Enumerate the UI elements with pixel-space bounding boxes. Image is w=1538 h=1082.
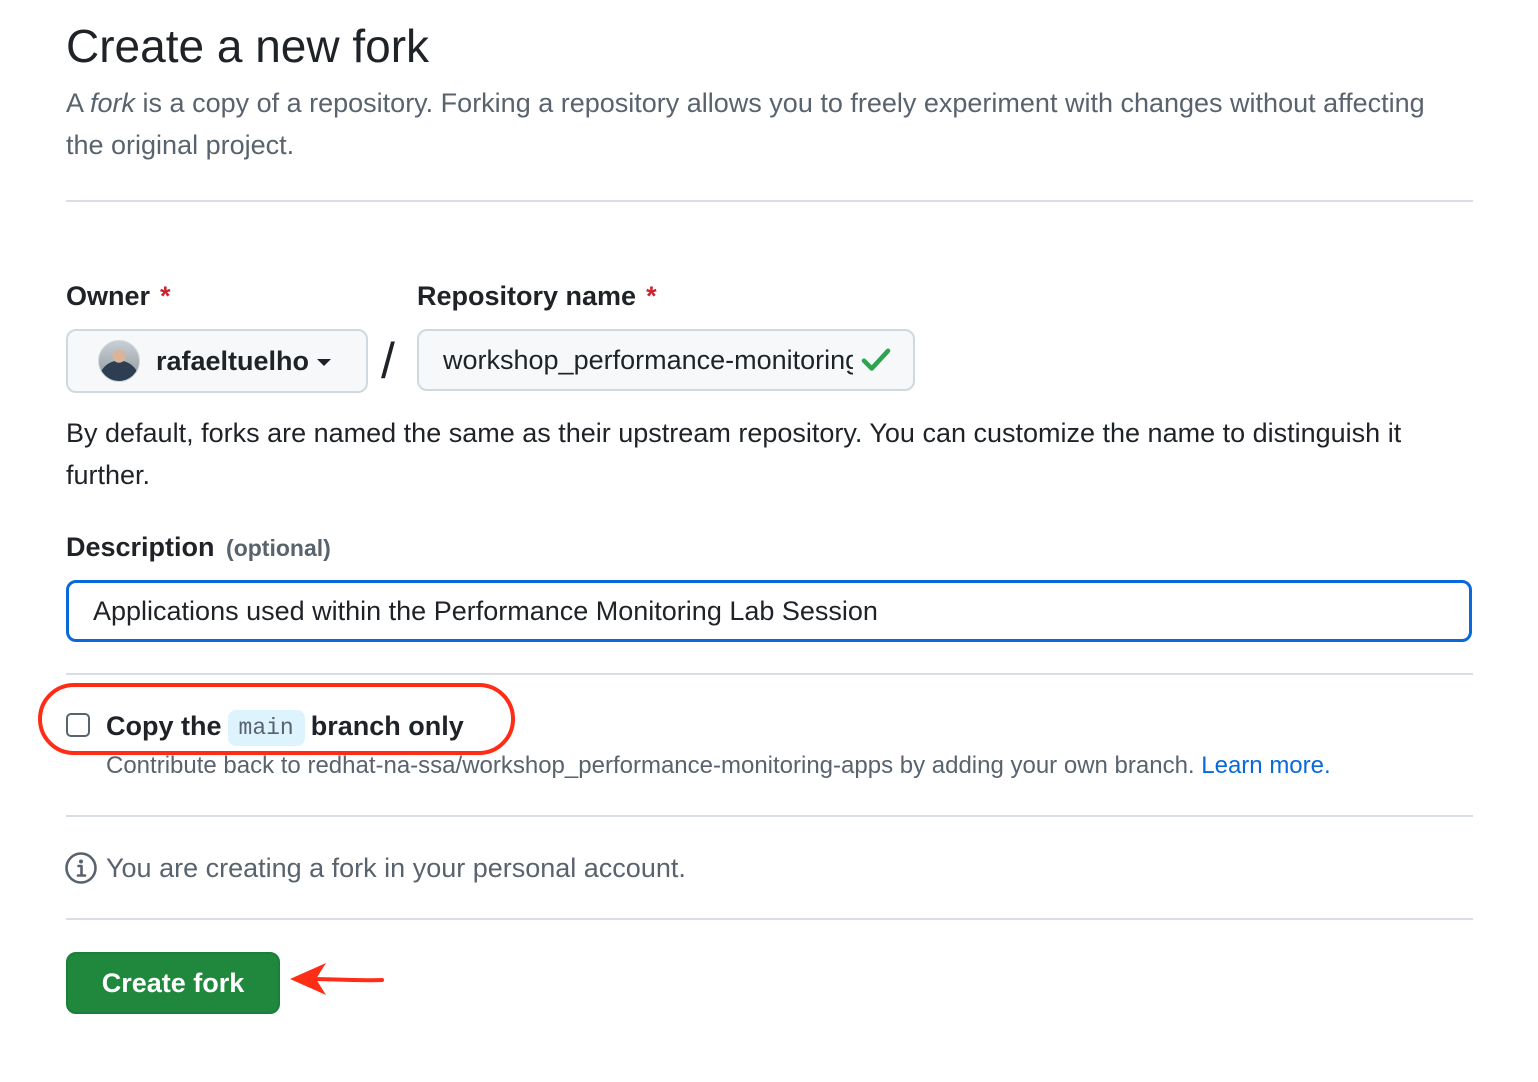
- copy-main-branch-checkbox[interactable]: [66, 713, 90, 737]
- avatar: [98, 340, 140, 382]
- repo-name-label-text: Repository name: [417, 281, 637, 311]
- chevron-down-icon: [317, 358, 332, 366]
- branch-divider: [66, 815, 1473, 817]
- learn-more-link[interactable]: Learn more.: [1201, 752, 1330, 779]
- owner-select[interactable]: rafaeltuelho: [66, 329, 368, 393]
- copy-main-branch-label[interactable]: Copy the main branch only: [106, 706, 464, 746]
- check-icon: [861, 348, 891, 371]
- arrow-left-icon: [290, 963, 384, 995]
- repo-name-field[interactable]: [417, 329, 915, 391]
- description-divider: [66, 673, 1473, 675]
- owner-required-marker: *: [160, 281, 171, 311]
- page-title: Create a new fork: [66, 20, 430, 72]
- info-icon: [65, 852, 97, 884]
- repo-name-help-text: By default, forks are named the same as …: [66, 418, 1402, 490]
- owner-name: rafaeltuelho: [156, 345, 310, 376]
- repo-name-input[interactable]: [443, 344, 853, 376]
- description-field[interactable]: [66, 580, 1472, 642]
- copy-branch-note: Contribute back to redhat-na-ssa/worksho…: [106, 750, 1331, 782]
- info-divider: [66, 918, 1473, 920]
- page-subtitle: A fork is a copy of a repository. Forkin…: [66, 82, 1466, 166]
- owner-repo-separator: /: [381, 333, 395, 389]
- repo-name-label: Repository name *: [417, 279, 657, 313]
- personal-account-info: You are creating a fork in your personal…: [106, 853, 686, 883]
- description-label-text: Description: [66, 532, 215, 562]
- owner-label-text: Owner: [66, 281, 151, 311]
- description-optional-note: (optional): [226, 535, 331, 561]
- header-divider: [66, 200, 1473, 202]
- create-fork-button[interactable]: Create fork: [66, 952, 280, 1014]
- description-input[interactable]: [93, 595, 1453, 627]
- subtitle-prefix: A: [66, 88, 91, 118]
- subtitle-fork-term: fork: [90, 88, 136, 118]
- copy-branch-note-text: Contribute back to redhat-na-ssa/worksho…: [106, 752, 1195, 779]
- description-label: Description (optional): [66, 530, 331, 565]
- copy-label-prefix: Copy the: [106, 711, 222, 741]
- subtitle-rest: is a copy of a repository. Forking a rep…: [66, 88, 1425, 160]
- repo-name-required-marker: *: [646, 281, 657, 311]
- branch-name-chip: main: [227, 710, 305, 746]
- owner-label: Owner *: [66, 279, 171, 313]
- copy-label-suffix: branch only: [310, 711, 464, 741]
